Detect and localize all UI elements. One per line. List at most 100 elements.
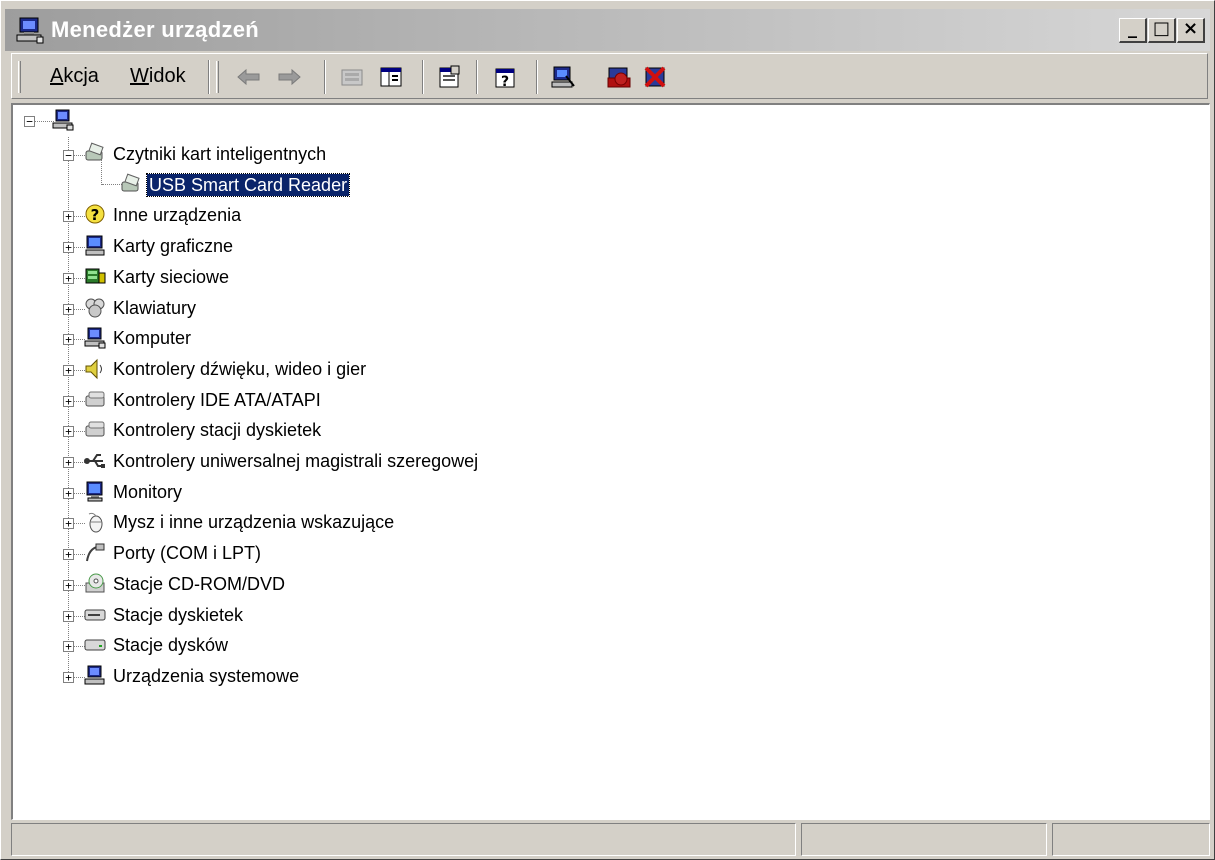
menu-view[interactable]: Widok	[130, 65, 186, 88]
tree-category-label[interactable]: Kontrolery stacji dyskietek	[111, 419, 323, 441]
device-manager-computer-icon[interactable]	[15, 15, 45, 45]
tree-category-label[interactable]: Mysz i inne urządzenia wskazujące	[111, 511, 396, 533]
question-mark-icon[interactable]: ?	[83, 203, 107, 227]
tree-category-label[interactable]: Stacje dysków	[111, 634, 230, 656]
smart-card-reader-icon[interactable]	[119, 173, 143, 197]
scan-hardware-button[interactable]	[548, 62, 578, 92]
keyboard-icon[interactable]	[83, 296, 107, 320]
monitor-icon[interactable]	[83, 480, 107, 504]
tree-expand-toggle[interactable]: +	[63, 304, 74, 315]
tree-category-label[interactable]: Porty (COM i LPT)	[111, 542, 263, 564]
back-button[interactable]	[234, 62, 264, 92]
system-devices-icon[interactable]	[83, 664, 107, 688]
tree-category-label[interactable]: Stacje CD-ROM/DVD	[111, 573, 287, 595]
tree-expand-toggle[interactable]: +	[63, 211, 74, 222]
svg-text:?: ?	[91, 206, 100, 224]
forward-arrow-icon	[278, 68, 301, 86]
up-folder-icon	[341, 69, 363, 86]
toolbar: Akcja Widok ?	[11, 53, 1208, 99]
tree-expand-toggle[interactable]: −	[63, 150, 74, 161]
tree-child-label[interactable]: USB Smart Card Reader	[145, 173, 351, 197]
tree-category-label[interactable]: Monitory	[111, 481, 184, 503]
tree-expand-toggle[interactable]: +	[63, 611, 74, 622]
back-arrow-icon	[237, 68, 260, 86]
smart-card-reader-icon[interactable]	[83, 142, 107, 166]
toolbar-separator	[476, 60, 478, 94]
help-icon: ?	[495, 68, 515, 90]
disk-drive-icon[interactable]	[83, 633, 107, 657]
toolbar-separator	[324, 60, 326, 94]
usb-icon[interactable]	[83, 449, 107, 473]
tree-category-label[interactable]: Czytniki kart inteligentnych	[111, 143, 328, 165]
close-button[interactable]: ×	[1177, 18, 1205, 43]
mouse-icon[interactable]	[83, 510, 107, 534]
scan-hardware-icon	[551, 66, 575, 88]
uninstall-device-icon	[644, 66, 666, 88]
svg-text:?: ?	[501, 74, 509, 90]
tree-expand-toggle[interactable]: +	[63, 488, 74, 499]
device-manager-window: Menedżer urządzeń _ □ × Akcja Widok ? − …	[0, 0, 1215, 860]
tree-category-label[interactable]: Klawiatury	[111, 297, 198, 319]
menu-action-mnemonic: A	[50, 65, 64, 87]
tree-category-label[interactable]: Komputer	[111, 327, 193, 349]
tree-category-label[interactable]: Karty graficzne	[111, 235, 235, 257]
display-adapter-icon[interactable]	[83, 234, 107, 258]
disable-device-icon	[607, 67, 631, 88]
tree-expand-toggle[interactable]: +	[63, 672, 74, 683]
toolbar-separator	[422, 60, 424, 94]
show-hide-tree-icon	[380, 67, 402, 87]
properties-button[interactable]	[434, 62, 464, 92]
tree-category-label[interactable]: Urządzenia systemowe	[111, 665, 301, 687]
disable-device-button[interactable]	[604, 62, 634, 92]
tree-category-label[interactable]: Inne urządzenia	[111, 204, 243, 226]
computer-icon[interactable]	[51, 108, 75, 132]
tree-expand-toggle[interactable]: +	[63, 273, 74, 284]
computer-icon[interactable]	[83, 326, 107, 350]
up-button[interactable]	[337, 62, 367, 92]
tree-expand-toggle[interactable]: +	[63, 334, 74, 345]
tree-expand-toggle[interactable]: +	[63, 242, 74, 253]
tree-category-label[interactable]: Stacje dyskietek	[111, 604, 245, 626]
status-cell-main	[11, 823, 796, 856]
properties-icon	[439, 65, 460, 88]
help-button[interactable]: ?	[490, 62, 520, 92]
toolbar-grip[interactable]	[216, 61, 219, 93]
floppy-drive-icon[interactable]	[83, 603, 107, 627]
network-card-icon[interactable]	[83, 265, 107, 289]
tree-expand-toggle[interactable]: +	[63, 641, 74, 652]
cdrom-icon[interactable]	[83, 572, 107, 596]
speaker-icon[interactable]	[83, 357, 107, 381]
menu-view-mnemonic: W	[130, 65, 149, 87]
status-cell-secondary	[801, 823, 1047, 856]
uninstall-device-button[interactable]	[640, 62, 670, 92]
menu-view-label: idok	[148, 65, 186, 87]
tree-expand-toggle[interactable]: +	[63, 580, 74, 591]
ide-controller-icon[interactable]	[83, 388, 107, 412]
tree-category-label[interactable]: Kontrolery dźwięku, wideo i gier	[111, 358, 368, 380]
tree-expand-toggle[interactable]: +	[63, 426, 74, 437]
device-tree[interactable]: − − Czytniki kart inteligentnych USB Smart…	[11, 103, 1210, 820]
title-bar[interactable]: Menedżer urządzeń _ □ ×	[5, 9, 1210, 51]
toolbar-separator	[208, 60, 210, 94]
forward-button[interactable]	[274, 62, 304, 92]
menu-action[interactable]: Akcja	[50, 65, 99, 88]
tree-category-label[interactable]: Karty sieciowe	[111, 266, 231, 288]
tree-expand-toggle[interactable]: +	[63, 549, 74, 560]
toolbar-separator	[536, 60, 538, 94]
tree-expand-toggle[interactable]: +	[63, 365, 74, 376]
menu-action-label: kcja	[63, 65, 99, 87]
minimize-button[interactable]: _	[1119, 18, 1147, 43]
show-hide-tree-button[interactable]	[376, 62, 406, 92]
status-cell-tertiary	[1052, 823, 1210, 856]
tree-category-label[interactable]: Kontrolery uniwersalnej magistrali szere…	[111, 450, 480, 472]
tree-expand-toggle[interactable]: +	[63, 457, 74, 468]
tree-expand-toggle[interactable]: +	[63, 396, 74, 407]
menu-grip[interactable]	[18, 61, 21, 93]
tree-category-label[interactable]: Kontrolery IDE ATA/ATAPI	[111, 389, 323, 411]
floppy-controller-icon[interactable]	[83, 418, 107, 442]
tree-root-collapse-toggle[interactable]: −	[24, 116, 35, 127]
window-title: Menedżer urządzeń	[51, 17, 260, 42]
tree-expand-toggle[interactable]: +	[63, 518, 74, 529]
port-icon[interactable]	[83, 541, 107, 565]
maximize-button[interactable]: □	[1148, 18, 1176, 43]
